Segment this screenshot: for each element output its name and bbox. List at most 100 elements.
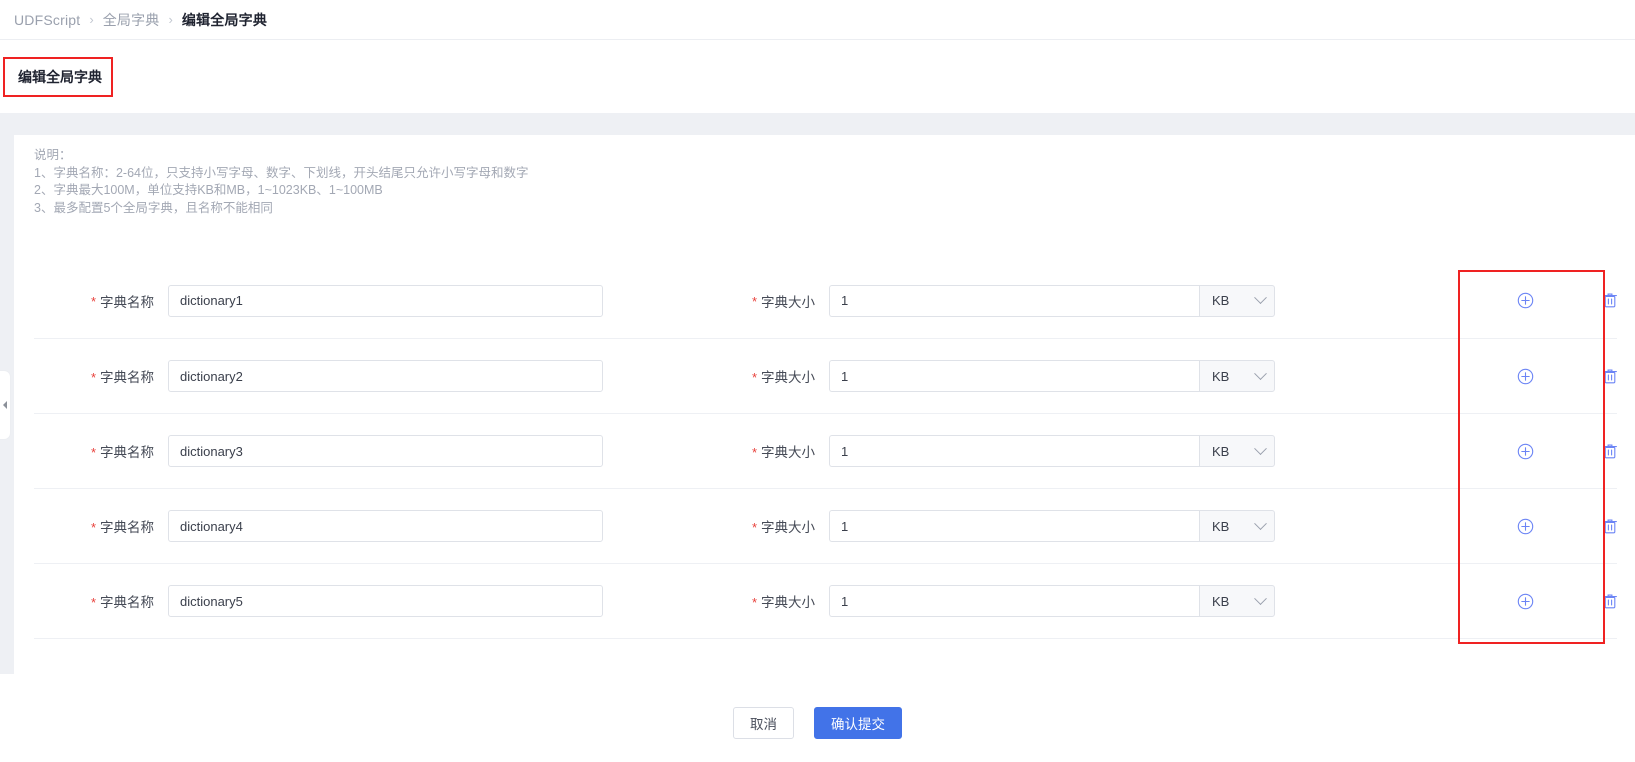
table-row: * 字典名称 dictionary3 * 字典大小 1 KB: [34, 413, 1617, 488]
dictionary-name-label: * 字典名称: [78, 441, 154, 461]
dictionary-size-field: * 字典大小 1 KB: [739, 360, 1275, 392]
dictionary-size-combo: 1 KB: [829, 284, 1275, 317]
row-actions: [1496, 592, 1635, 610]
dictionary-size-combo: 1 KB: [829, 510, 1275, 542]
dictionary-unit-value: KB: [1212, 368, 1230, 384]
dictionary-size-label: * 字典大小: [739, 366, 815, 386]
section-divider-band: [0, 113, 1635, 135]
breadcrumb-item-global-dictionary[interactable]: 全局字典: [103, 10, 160, 30]
breadcrumb-item-udfscript[interactable]: UDFScript: [14, 12, 80, 28]
dictionary-size-label: * 字典大小: [739, 516, 815, 536]
page-root: UDFScript › 全局字典 › 编辑全局字典 编辑全局字典 说明： 1、字…: [0, 0, 1635, 762]
trash-icon[interactable]: [1601, 367, 1619, 385]
dictionary-size-label: * 字典大小: [739, 291, 815, 311]
table-row: * 字典名称 dictionary4 * 字典大小 1 KB: [34, 488, 1617, 563]
required-marker: *: [90, 594, 96, 610]
dictionary-name-input[interactable]: dictionary2: [168, 360, 603, 392]
required-marker: *: [90, 369, 96, 385]
dictionary-name-input[interactable]: dictionary1: [168, 284, 603, 317]
dictionary-size-field: * 字典大小 1 KB: [739, 510, 1275, 542]
plus-circle-icon[interactable]: [1516, 592, 1534, 610]
plus-circle-icon[interactable]: [1516, 442, 1534, 460]
trash-icon[interactable]: [1601, 442, 1619, 460]
instructions-line-1: 1、字典名称：2-64位，只支持小写字母、数字、下划线，开头结尾只允许小写字母和…: [34, 165, 529, 180]
tab-edit-global-dictionary[interactable]: 编辑全局字典: [4, 58, 116, 96]
dictionary-size-input[interactable]: 1: [829, 284, 1199, 317]
breadcrumb-item-edit-global-dictionary: 编辑全局字典: [181, 11, 268, 28]
dictionary-unit-select[interactable]: KB: [1199, 360, 1275, 392]
required-marker: *: [751, 369, 757, 385]
row-actions: [1496, 292, 1635, 310]
sidebar-collapse-handle[interactable]: [0, 370, 11, 440]
dictionary-name-input[interactable]: dictionary5: [168, 585, 603, 617]
dictionary-size-label-text: 字典大小: [761, 520, 815, 535]
dictionary-size-input[interactable]: 1: [829, 360, 1199, 392]
instructions-heading: 说明：: [34, 148, 72, 162]
chevron-down-icon: [1254, 291, 1267, 305]
required-marker: *: [90, 444, 96, 460]
dictionary-name-label: * 字典名称: [78, 516, 154, 536]
dictionary-size-label-text: 字典大小: [761, 445, 815, 460]
dictionary-size-combo: 1 KB: [829, 585, 1275, 617]
trash-icon[interactable]: [1601, 517, 1619, 535]
required-marker: *: [751, 519, 757, 535]
dictionary-unit-value: KB: [1212, 443, 1230, 459]
dictionary-size-input[interactable]: 1: [829, 435, 1199, 467]
list-bottom-divider: [34, 638, 1617, 639]
dictionary-name-field: * 字典名称 dictionary1: [78, 284, 603, 317]
dictionary-name-field: * 字典名称 dictionary3: [78, 435, 603, 467]
dictionary-unit-select[interactable]: KB: [1199, 284, 1275, 317]
chevron-right-icon: [3, 401, 7, 409]
dictionary-size-label-text: 字典大小: [761, 595, 815, 610]
dictionary-unit-value: KB: [1212, 293, 1230, 308]
row-actions: [1496, 517, 1635, 535]
plus-circle-icon[interactable]: [1516, 367, 1534, 385]
dictionary-size-input[interactable]: 1: [829, 510, 1199, 542]
table-row: * 字典名称 dictionary2 * 字典大小 1 KB: [34, 338, 1617, 413]
required-marker: *: [751, 294, 757, 309]
trash-icon[interactable]: [1601, 592, 1619, 610]
row-actions: [1496, 367, 1635, 385]
form-card: 说明： 1、字典名称：2-64位，只支持小写字母、数字、下划线，开头结尾只允许小…: [14, 135, 1635, 720]
dictionary-size-field: * 字典大小 1 KB: [739, 284, 1275, 317]
dictionary-name-label: * 字典名称: [78, 591, 154, 611]
required-marker: *: [90, 519, 96, 535]
dictionary-name-field: * 字典名称 dictionary5: [78, 585, 603, 617]
chevron-down-icon: [1254, 516, 1267, 530]
dictionary-name-label-text: 字典名称: [100, 370, 154, 385]
plus-circle-icon[interactable]: [1516, 517, 1534, 535]
cancel-button[interactable]: 取消: [733, 707, 794, 739]
dictionary-size-input[interactable]: 1: [829, 585, 1199, 617]
dictionary-size-combo: 1 KB: [829, 360, 1275, 392]
plus-circle-icon[interactable]: [1516, 292, 1534, 310]
table-row: * 字典名称 dictionary1 * 字典大小 1 KB: [34, 263, 1617, 338]
instructions-block: 说明： 1、字典名称：2-64位，只支持小写字母、数字、下划线，开头结尾只允许小…: [34, 147, 528, 217]
dictionary-name-field: * 字典名称 dictionary4: [78, 510, 603, 542]
dictionary-name-label: * 字典名称: [78, 366, 154, 386]
dictionary-unit-select[interactable]: KB: [1199, 585, 1275, 617]
instructions-line-3: 3、最多配置5个全局字典，且名称不能相同: [34, 200, 273, 215]
submit-button[interactable]: 确认提交: [814, 707, 902, 739]
required-marker: *: [751, 594, 757, 610]
dictionary-unit-select[interactable]: KB: [1199, 510, 1275, 542]
form-footer: 取消 确认提交: [0, 674, 1635, 762]
dictionary-name-input[interactable]: dictionary4: [168, 510, 603, 542]
dictionary-size-label-text: 字典大小: [761, 370, 815, 385]
dictionary-unit-select[interactable]: KB: [1199, 435, 1275, 467]
trash-icon[interactable]: [1601, 292, 1619, 310]
dictionary-name-label-text: 字典名称: [100, 595, 154, 610]
chevron-down-icon: [1254, 441, 1267, 455]
dictionary-unit-value: KB: [1212, 518, 1230, 534]
dictionary-name-input[interactable]: dictionary3: [168, 435, 603, 467]
dictionary-name-label: * 字典名称: [78, 291, 154, 311]
required-marker: *: [90, 294, 96, 309]
tab-bar: 编辑全局字典: [0, 41, 1635, 113]
dictionary-size-label-text: 字典大小: [761, 294, 815, 310]
dictionary-size-combo: 1 KB: [829, 435, 1275, 467]
dictionary-unit-value: KB: [1212, 593, 1230, 609]
breadcrumb-separator-icon: ›: [168, 12, 173, 27]
dictionary-size-field: * 字典大小 1 KB: [739, 435, 1275, 467]
required-marker: *: [751, 444, 757, 460]
table-row: * 字典名称 dictionary5 * 字典大小 1 KB: [34, 563, 1617, 638]
dictionary-size-field: * 字典大小 1 KB: [739, 585, 1275, 617]
